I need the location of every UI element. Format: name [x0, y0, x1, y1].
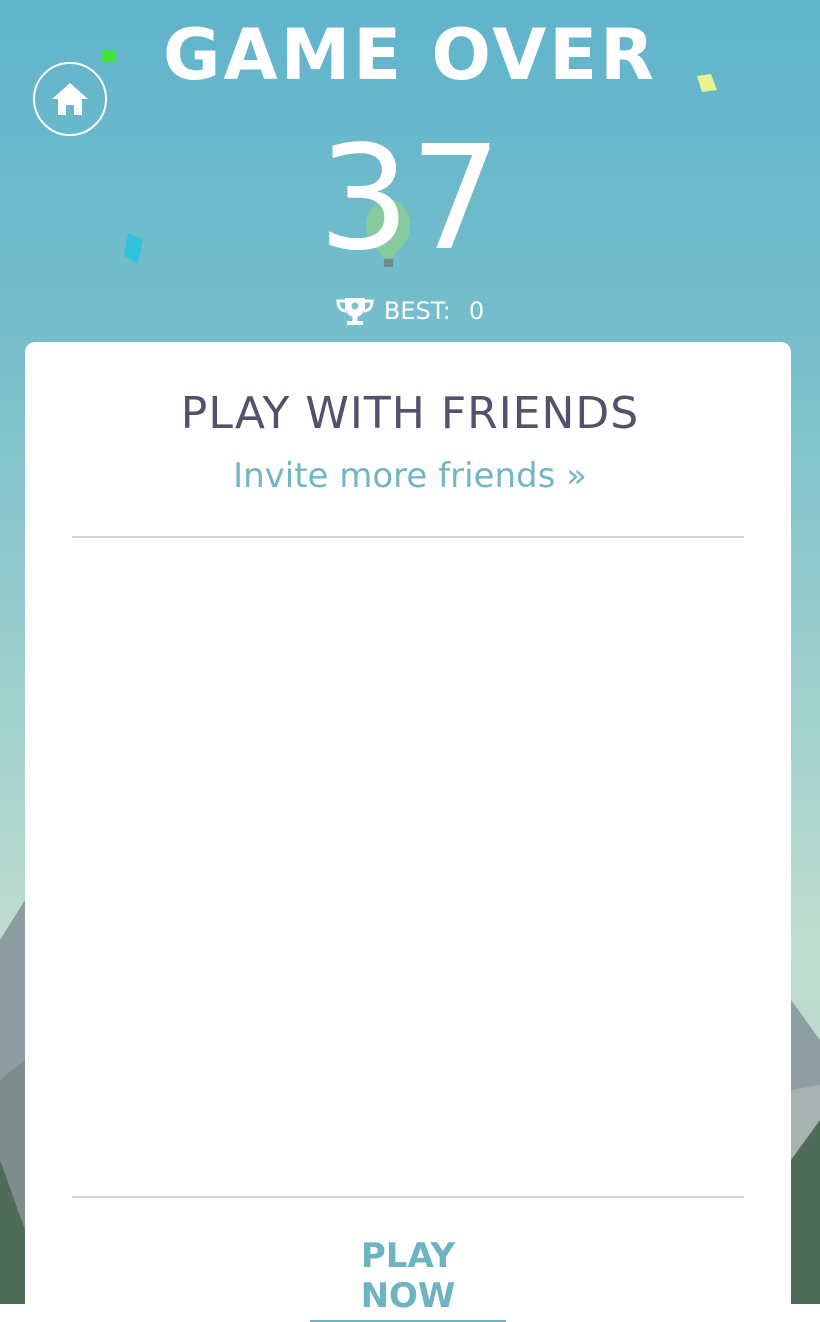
best-value: 0	[468, 297, 485, 325]
bottom-divider	[72, 1196, 744, 1198]
top-divider	[72, 536, 744, 538]
invite-friends-link[interactable]: Invite more friends »	[0, 456, 820, 496]
game-over-title: GAME OVER	[163, 14, 657, 96]
best-score: BEST: 0	[0, 296, 820, 326]
best-label: BEST:	[383, 297, 451, 325]
friends-list	[72, 540, 744, 1195]
card-title: PLAY WITH FRIENDS	[180, 388, 640, 439]
score-value: 37	[318, 114, 502, 282]
play-now-button[interactable]: PLAY NOW	[310, 1236, 506, 1322]
trophy-icon	[336, 298, 374, 325]
home-icon	[52, 83, 88, 115]
